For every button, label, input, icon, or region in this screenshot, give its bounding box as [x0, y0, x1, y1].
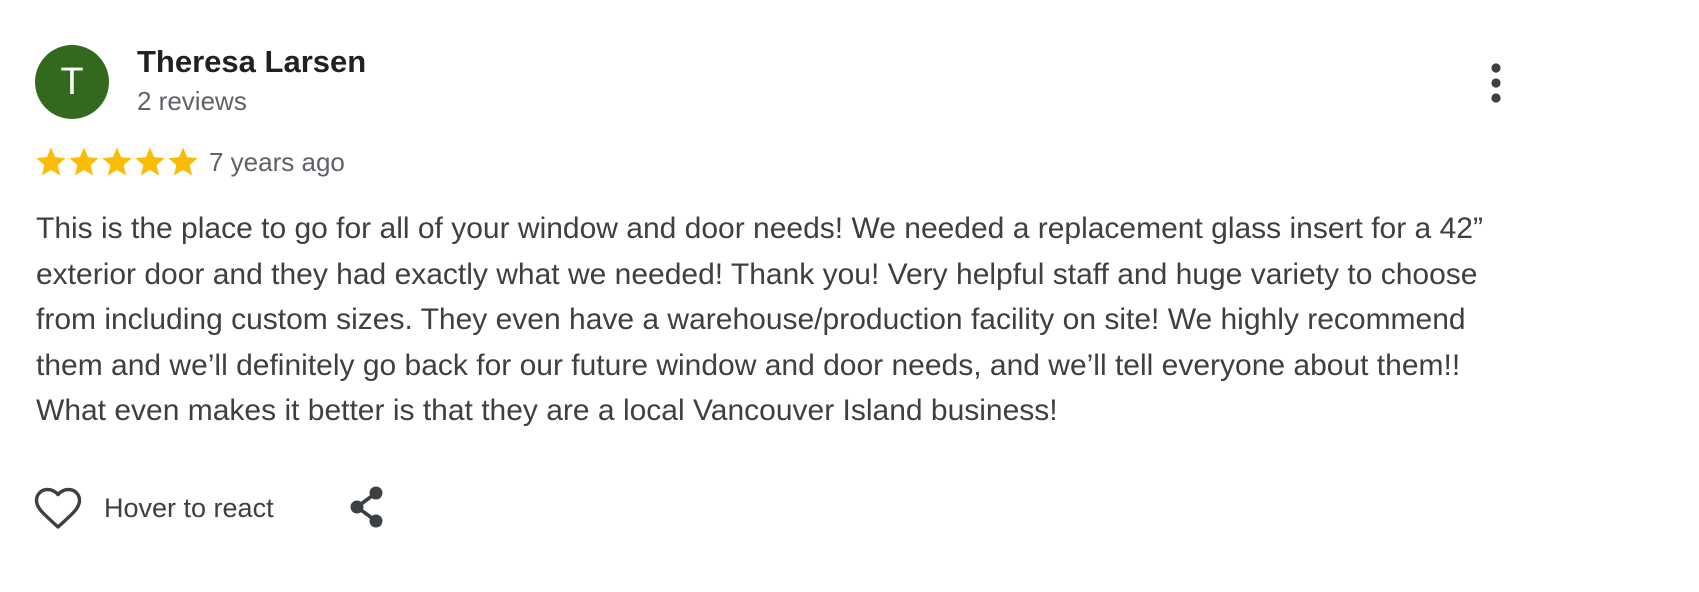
- avatar-initial: T: [60, 61, 84, 103]
- react-button[interactable]: Hover to react: [34, 482, 274, 534]
- more-options-button[interactable]: [1476, 62, 1516, 106]
- react-label: Hover to react: [104, 492, 274, 523]
- star-icon: [69, 147, 99, 176]
- review-count[interactable]: 2 reviews: [137, 86, 247, 117]
- star-rating: [34, 144, 199, 180]
- review-card: T Theresa Larsen 2 reviews 7 years ago T…: [0, 0, 1699, 592]
- heart-outline-icon: [34, 487, 82, 529]
- review-date: 7 years ago: [209, 147, 345, 177]
- more-vertical-icon: [1491, 63, 1501, 103]
- avatar[interactable]: T: [35, 45, 109, 119]
- star-icon: [135, 147, 165, 176]
- star-icon: [168, 147, 198, 176]
- share-icon: [350, 486, 383, 528]
- share-button[interactable]: [346, 485, 388, 529]
- star-icon: [36, 147, 66, 176]
- author-name[interactable]: Theresa Larsen: [137, 44, 366, 80]
- star-icon: [102, 147, 132, 176]
- review-text: This is the place to go for all of your …: [36, 212, 1483, 427]
